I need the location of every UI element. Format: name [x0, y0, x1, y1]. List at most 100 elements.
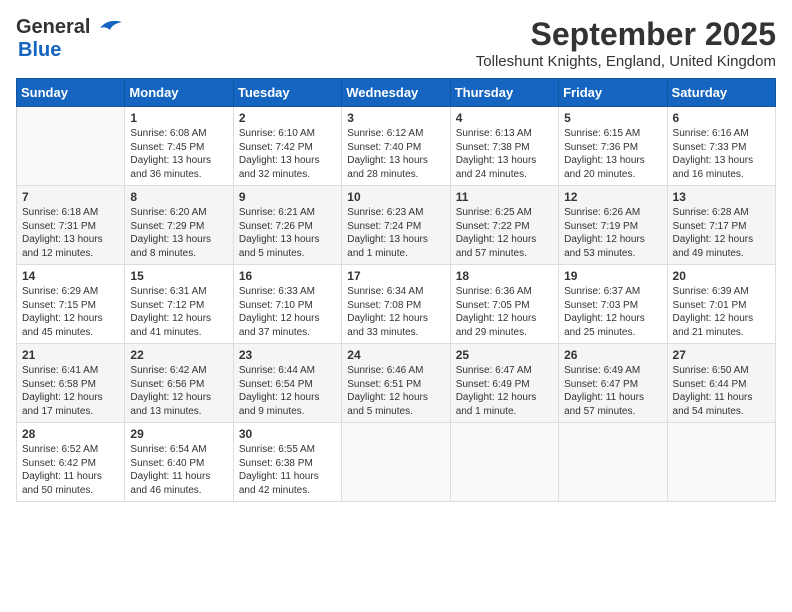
calendar-cell: 17Sunrise: 6:34 AMSunset: 7:08 PMDayligh… — [342, 265, 450, 344]
cell-text: Sunset: 7:40 PM — [347, 141, 444, 155]
calendar-cell: 5Sunrise: 6:15 AMSunset: 7:36 PMDaylight… — [559, 107, 667, 186]
week-row-1: 1Sunrise: 6:08 AMSunset: 7:45 PMDaylight… — [17, 107, 776, 186]
day-number: 16 — [239, 269, 336, 283]
day-number: 20 — [673, 269, 770, 283]
calendar-cell: 7Sunrise: 6:18 AMSunset: 7:31 PMDaylight… — [17, 186, 125, 265]
month-title: September 2025 — [476, 16, 776, 53]
cell-text: Daylight: 13 hours and 1 minute. — [347, 233, 444, 260]
cell-text: Sunrise: 6:34 AM — [347, 285, 444, 299]
cell-text: Sunrise: 6:41 AM — [22, 364, 119, 378]
cell-text: Sunset: 7:45 PM — [130, 141, 227, 155]
calendar-cell — [342, 423, 450, 502]
cell-text: Daylight: 11 hours and 57 minutes. — [564, 391, 661, 418]
week-row-2: 7Sunrise: 6:18 AMSunset: 7:31 PMDaylight… — [17, 186, 776, 265]
cell-text: Sunrise: 6:49 AM — [564, 364, 661, 378]
day-number: 22 — [130, 348, 227, 362]
col-header-wednesday: Wednesday — [342, 79, 450, 107]
day-number: 24 — [347, 348, 444, 362]
cell-text: Sunset: 7:42 PM — [239, 141, 336, 155]
cell-text: Sunset: 6:58 PM — [22, 378, 119, 392]
cell-text: Daylight: 13 hours and 8 minutes. — [130, 233, 227, 260]
day-number: 18 — [456, 269, 553, 283]
cell-text: Daylight: 11 hours and 54 minutes. — [673, 391, 770, 418]
cell-text: Daylight: 12 hours and 13 minutes. — [130, 391, 227, 418]
day-number: 23 — [239, 348, 336, 362]
cell-text: Daylight: 13 hours and 24 minutes. — [456, 154, 553, 181]
calendar-cell — [450, 423, 558, 502]
cell-text: Sunrise: 6:20 AM — [130, 206, 227, 220]
calendar-cell: 4Sunrise: 6:13 AMSunset: 7:38 PMDaylight… — [450, 107, 558, 186]
day-number: 9 — [239, 190, 336, 204]
cell-text: Sunset: 7:36 PM — [564, 141, 661, 155]
calendar-cell: 29Sunrise: 6:54 AMSunset: 6:40 PMDayligh… — [125, 423, 233, 502]
calendar-cell: 21 Sunrise: 6:41 AMSunset: 6:58 PMDayligh… — [17, 344, 125, 423]
cell-text: Sunset: 7:33 PM — [673, 141, 770, 155]
cell-text: Daylight: 12 hours and 53 minutes. — [564, 233, 661, 260]
cell-text: Daylight: 12 hours and 25 minutes. — [564, 312, 661, 339]
cell-text: Daylight: 12 hours and 1 minute. — [456, 391, 553, 418]
cell-text: Sunrise: 6:21 AM — [239, 206, 336, 220]
cell-text: Daylight: 12 hours and 17 minutes. — [22, 391, 119, 418]
cell-text: Sunset: 7:01 PM — [673, 299, 770, 313]
cell-text: Sunrise: 6:50 AM — [673, 364, 770, 378]
cell-text: Sunset: 7:38 PM — [456, 141, 553, 155]
day-number: 4 — [456, 111, 553, 125]
cell-text: Daylight: 13 hours and 20 minutes. — [564, 154, 661, 181]
cell-text: Sunrise: 6:42 AM — [130, 364, 227, 378]
cell-text: Daylight: 13 hours and 16 minutes. — [673, 154, 770, 181]
cell-text: Sunset: 7:10 PM — [239, 299, 336, 313]
cell-text: Sunset: 6:42 PM — [22, 457, 119, 471]
cell-text: Sunset: 6:49 PM — [456, 378, 553, 392]
cell-text: Sunrise: 6:29 AM — [22, 285, 119, 299]
cell-text: Daylight: 13 hours and 32 minutes. — [239, 154, 336, 181]
cell-text: Sunrise: 6:10 AM — [239, 127, 336, 141]
cell-text: Daylight: 12 hours and 33 minutes. — [347, 312, 444, 339]
calendar-cell: 18Sunrise: 6:36 AMSunset: 7:05 PMDayligh… — [450, 265, 558, 344]
cell-text: Daylight: 12 hours and 5 minutes. — [347, 391, 444, 418]
cell-text: Sunrise: 6:47 AM — [456, 364, 553, 378]
page-header: General Blue September 2025 Tolleshunt K… — [16, 16, 776, 70]
day-number: 7 — [22, 190, 119, 204]
col-header-friday: Friday — [559, 79, 667, 107]
cell-text: Sunrise: 6:25 AM — [456, 206, 553, 220]
logo-bird-icon — [92, 18, 124, 38]
calendar-cell: 25Sunrise: 6:47 AMSunset: 6:49 PMDayligh… — [450, 344, 558, 423]
calendar-cell: 24Sunrise: 6:46 AMSunset: 6:51 PMDayligh… — [342, 344, 450, 423]
cell-text: Sunset: 7:22 PM — [456, 220, 553, 234]
calendar-cell: 11Sunrise: 6:25 AMSunset: 7:22 PMDayligh… — [450, 186, 558, 265]
day-number: 3 — [347, 111, 444, 125]
cell-text: Daylight: 12 hours and 41 minutes. — [130, 312, 227, 339]
cell-text: Daylight: 11 hours and 42 minutes. — [239, 470, 336, 497]
cell-text: Sunrise: 6:37 AM — [564, 285, 661, 299]
cell-text: Daylight: 13 hours and 36 minutes. — [130, 154, 227, 181]
cell-text: Sunrise: 6:18 AM — [22, 206, 119, 220]
day-number: 12 — [564, 190, 661, 204]
cell-text: Sunrise: 6:55 AM — [239, 443, 336, 457]
cell-text: Sunset: 6:54 PM — [239, 378, 336, 392]
day-number: 10 — [347, 190, 444, 204]
day-number: 11 — [456, 190, 553, 204]
cell-text: Sunset: 7:05 PM — [456, 299, 553, 313]
col-header-sunday: Sunday — [17, 79, 125, 107]
cell-text: Sunset: 7:19 PM — [564, 220, 661, 234]
cell-text: Sunset: 7:29 PM — [130, 220, 227, 234]
cell-text: Sunrise: 6:33 AM — [239, 285, 336, 299]
location: Tolleshunt Knights, England, United King… — [476, 53, 776, 70]
calendar-cell: 2Sunrise: 6:10 AMSunset: 7:42 PMDaylight… — [233, 107, 341, 186]
cell-text: Sunrise: 6:28 AM — [673, 206, 770, 220]
day-number: 14 — [22, 269, 119, 283]
day-number: 1 — [130, 111, 227, 125]
day-number: 19 — [564, 269, 661, 283]
day-number: 8 — [130, 190, 227, 204]
cell-text: Daylight: 12 hours and 37 minutes. — [239, 312, 336, 339]
day-number: 6 — [673, 111, 770, 125]
day-number: 29 — [130, 427, 227, 441]
cell-text: Sunrise: 6:52 AM — [22, 443, 119, 457]
calendar-cell: 19Sunrise: 6:37 AMSunset: 7:03 PMDayligh… — [559, 265, 667, 344]
calendar-cell: 20Sunrise: 6:39 AMSunset: 7:01 PMDayligh… — [667, 265, 775, 344]
day-number: 21 — [22, 348, 119, 362]
cell-text: Sunrise: 6:39 AM — [673, 285, 770, 299]
calendar-cell — [559, 423, 667, 502]
cell-text: Daylight: 12 hours and 49 minutes. — [673, 233, 770, 260]
cell-text: Sunrise: 6:36 AM — [456, 285, 553, 299]
